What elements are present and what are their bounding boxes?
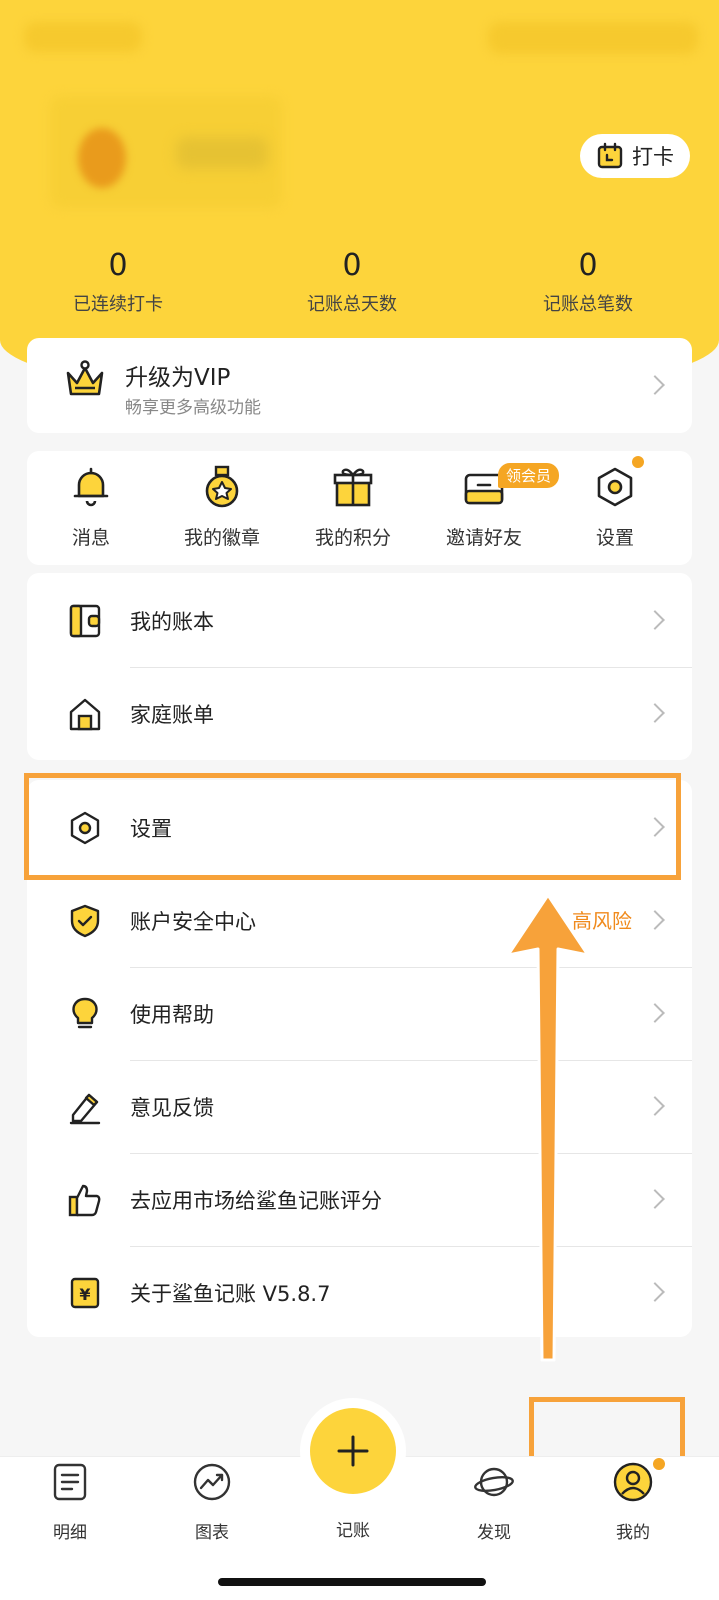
menu-item-label: 我的账本 (130, 610, 214, 634)
tab-details[interactable]: 明细 (25, 1462, 115, 1543)
annotation-arrow (506, 895, 590, 1362)
settings-hex-icon (70, 811, 100, 845)
menu-item-label: 设置 (130, 817, 172, 841)
tab-record[interactable]: 记账 (308, 1464, 398, 1541)
svg-text:¥: ¥ (79, 1285, 90, 1304)
tab-label: 我的 (616, 1523, 650, 1543)
menu-item-settings[interactable]: 设置 (27, 780, 692, 875)
quick-action-label: 我的徽章 (183, 527, 260, 549)
shield-icon (70, 904, 100, 938)
planet-icon (474, 1467, 514, 1497)
menu-item-label: 家庭账单 (130, 703, 214, 727)
crown-icon (66, 360, 104, 396)
quick-action-label: 设置 (595, 527, 634, 549)
quick-action-settings[interactable]: 设置 (555, 465, 675, 550)
tab-discover[interactable]: 发现 (449, 1462, 539, 1543)
tab-profile[interactable]: 我的 (588, 1462, 678, 1543)
stat-total-days: 0 记账总天数 (252, 248, 452, 316)
quick-action-label: 我的积分 (314, 527, 391, 549)
stat-label: 记账总笔数 (543, 294, 633, 315)
stat-value: 0 (578, 248, 598, 283)
gift-icon (333, 468, 373, 507)
quick-action-points[interactable]: 我的积分 (293, 465, 413, 550)
home-indicator (218, 1578, 486, 1586)
stat-label: 记账总天数 (307, 294, 397, 315)
stat-value: 0 (342, 248, 362, 283)
menu-item-label: 账户安全中心 (130, 910, 256, 934)
status-bar-right-blurred (488, 22, 698, 54)
chevron-right-icon (645, 1096, 665, 1116)
menu-item-my-ledger[interactable]: 我的账本 (27, 573, 692, 668)
checkin-label: 打卡 (632, 145, 674, 169)
tab-charts[interactable]: 图表 (167, 1462, 257, 1543)
ledger-icon (69, 604, 101, 638)
lightbulb-icon (72, 997, 98, 1029)
pencil-icon (69, 1093, 101, 1125)
chevron-right-icon (645, 703, 665, 723)
chevron-right-icon (645, 1189, 665, 1209)
tab-label: 发现 (477, 1523, 511, 1543)
menu-item-family-bills[interactable]: 家庭账单 (27, 666, 692, 761)
stat-label: 已连续打卡 (73, 294, 163, 315)
stat-consecutive-checkin: 0 已连续打卡 (18, 248, 218, 316)
house-icon (69, 698, 101, 731)
menu-item-label: 使用帮助 (130, 1003, 214, 1027)
quick-actions-card: 消息 我的徽章 我的积分 邀请好友 设置 (27, 451, 692, 565)
tab-label: 记账 (336, 1521, 370, 1541)
chart-icon (193, 1463, 231, 1501)
vip-subtitle: 畅享更多高级功能 (125, 398, 261, 418)
chevron-right-icon (645, 817, 665, 837)
chevron-right-icon (645, 375, 665, 395)
bell-icon (73, 467, 109, 507)
quick-action-messages[interactable]: 消息 (31, 465, 151, 550)
tab-label: 明细 (53, 1523, 87, 1543)
list-icon (53, 1463, 87, 1501)
settings-hex-icon (597, 467, 633, 507)
chevron-right-icon (645, 1282, 665, 1302)
menu-item-label: 去应用市场给鲨鱼记账评分 (130, 1189, 382, 1213)
quick-action-label: 邀请好友 (445, 527, 522, 549)
settings-notification-dot (632, 456, 644, 468)
tab-record-spacer (333, 1464, 373, 1504)
medal-icon (205, 465, 239, 508)
yen-icon: ¥ (70, 1277, 100, 1309)
chevron-right-icon (645, 1003, 665, 1023)
thumbs-up-icon (68, 1184, 101, 1217)
username-blurred (176, 137, 268, 169)
tab-label: 图表 (195, 1523, 229, 1543)
calendar-icon (597, 142, 623, 169)
upgrade-vip-card[interactable]: 升级为VIP 畅享更多高级功能 (27, 338, 692, 433)
chevron-right-icon (645, 910, 665, 930)
menu-item-label: 意见反馈 (130, 1096, 214, 1120)
user-icon (613, 1462, 653, 1502)
stat-value: 0 (108, 248, 128, 283)
quick-action-label: 消息 (71, 527, 110, 549)
menu-item-label: 关于鲨鱼记账 V5.8.7 (130, 1282, 331, 1306)
profile-notification-dot (653, 1458, 665, 1470)
avatar[interactable] (78, 128, 126, 188)
vip-title: 升级为VIP (125, 365, 231, 391)
stat-total-entries: 0 记账总笔数 (488, 248, 688, 316)
quick-action-badges[interactable]: 我的徽章 (162, 465, 282, 550)
invite-reward-badge: 领会员 (498, 463, 560, 488)
status-bar-left-blurred (24, 22, 142, 52)
menu-group-ledger: 我的账本 家庭账单 (27, 573, 692, 760)
checkin-button[interactable]: 打卡 (580, 134, 690, 178)
chevron-right-icon (645, 610, 665, 630)
